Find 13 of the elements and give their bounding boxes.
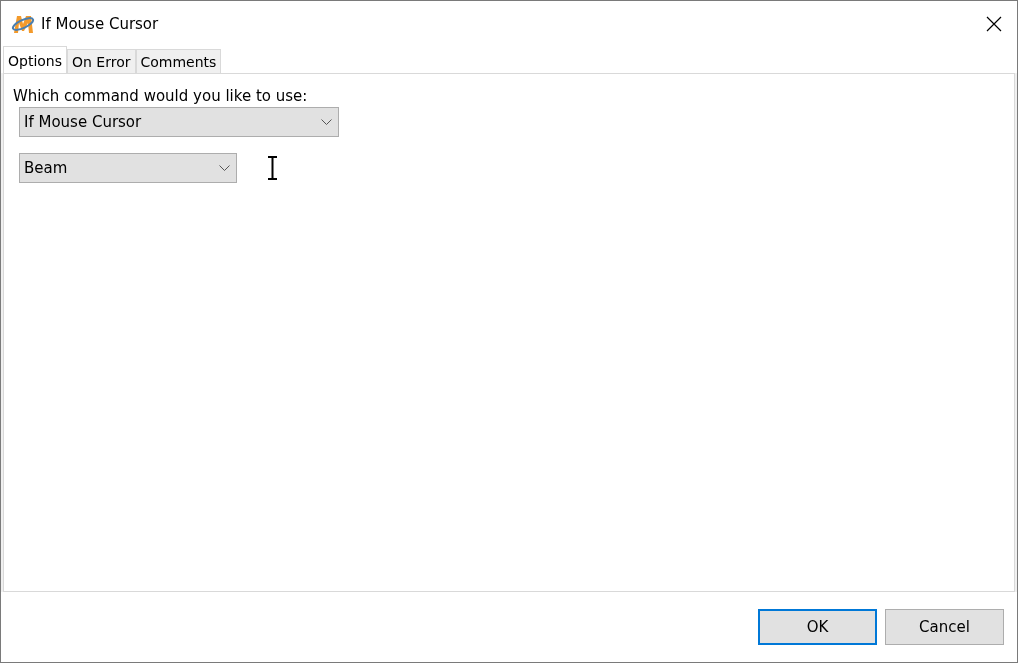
close-icon[interactable] <box>986 15 1002 32</box>
text-cursor-icon <box>267 156 278 180</box>
cursor-dropdown[interactable]: Beam <box>19 153 237 183</box>
command-dropdown[interactable]: If Mouse Cursor <box>19 107 339 137</box>
tab[interactable]: On Error <box>67 49 136 73</box>
dialog-button[interactable]: Cancel <box>885 609 1004 645</box>
chevron-icon <box>219 165 230 171</box>
prompt-label: Which command would you like to use: <box>13 87 309 105</box>
chevron-icon <box>321 119 332 125</box>
dialog-button[interactable]: OK <box>758 609 877 645</box>
window-title: If Mouse Cursor <box>41 14 160 33</box>
tab[interactable]: Comments <box>135 49 222 73</box>
tab[interactable]: Options <box>3 46 68 73</box>
